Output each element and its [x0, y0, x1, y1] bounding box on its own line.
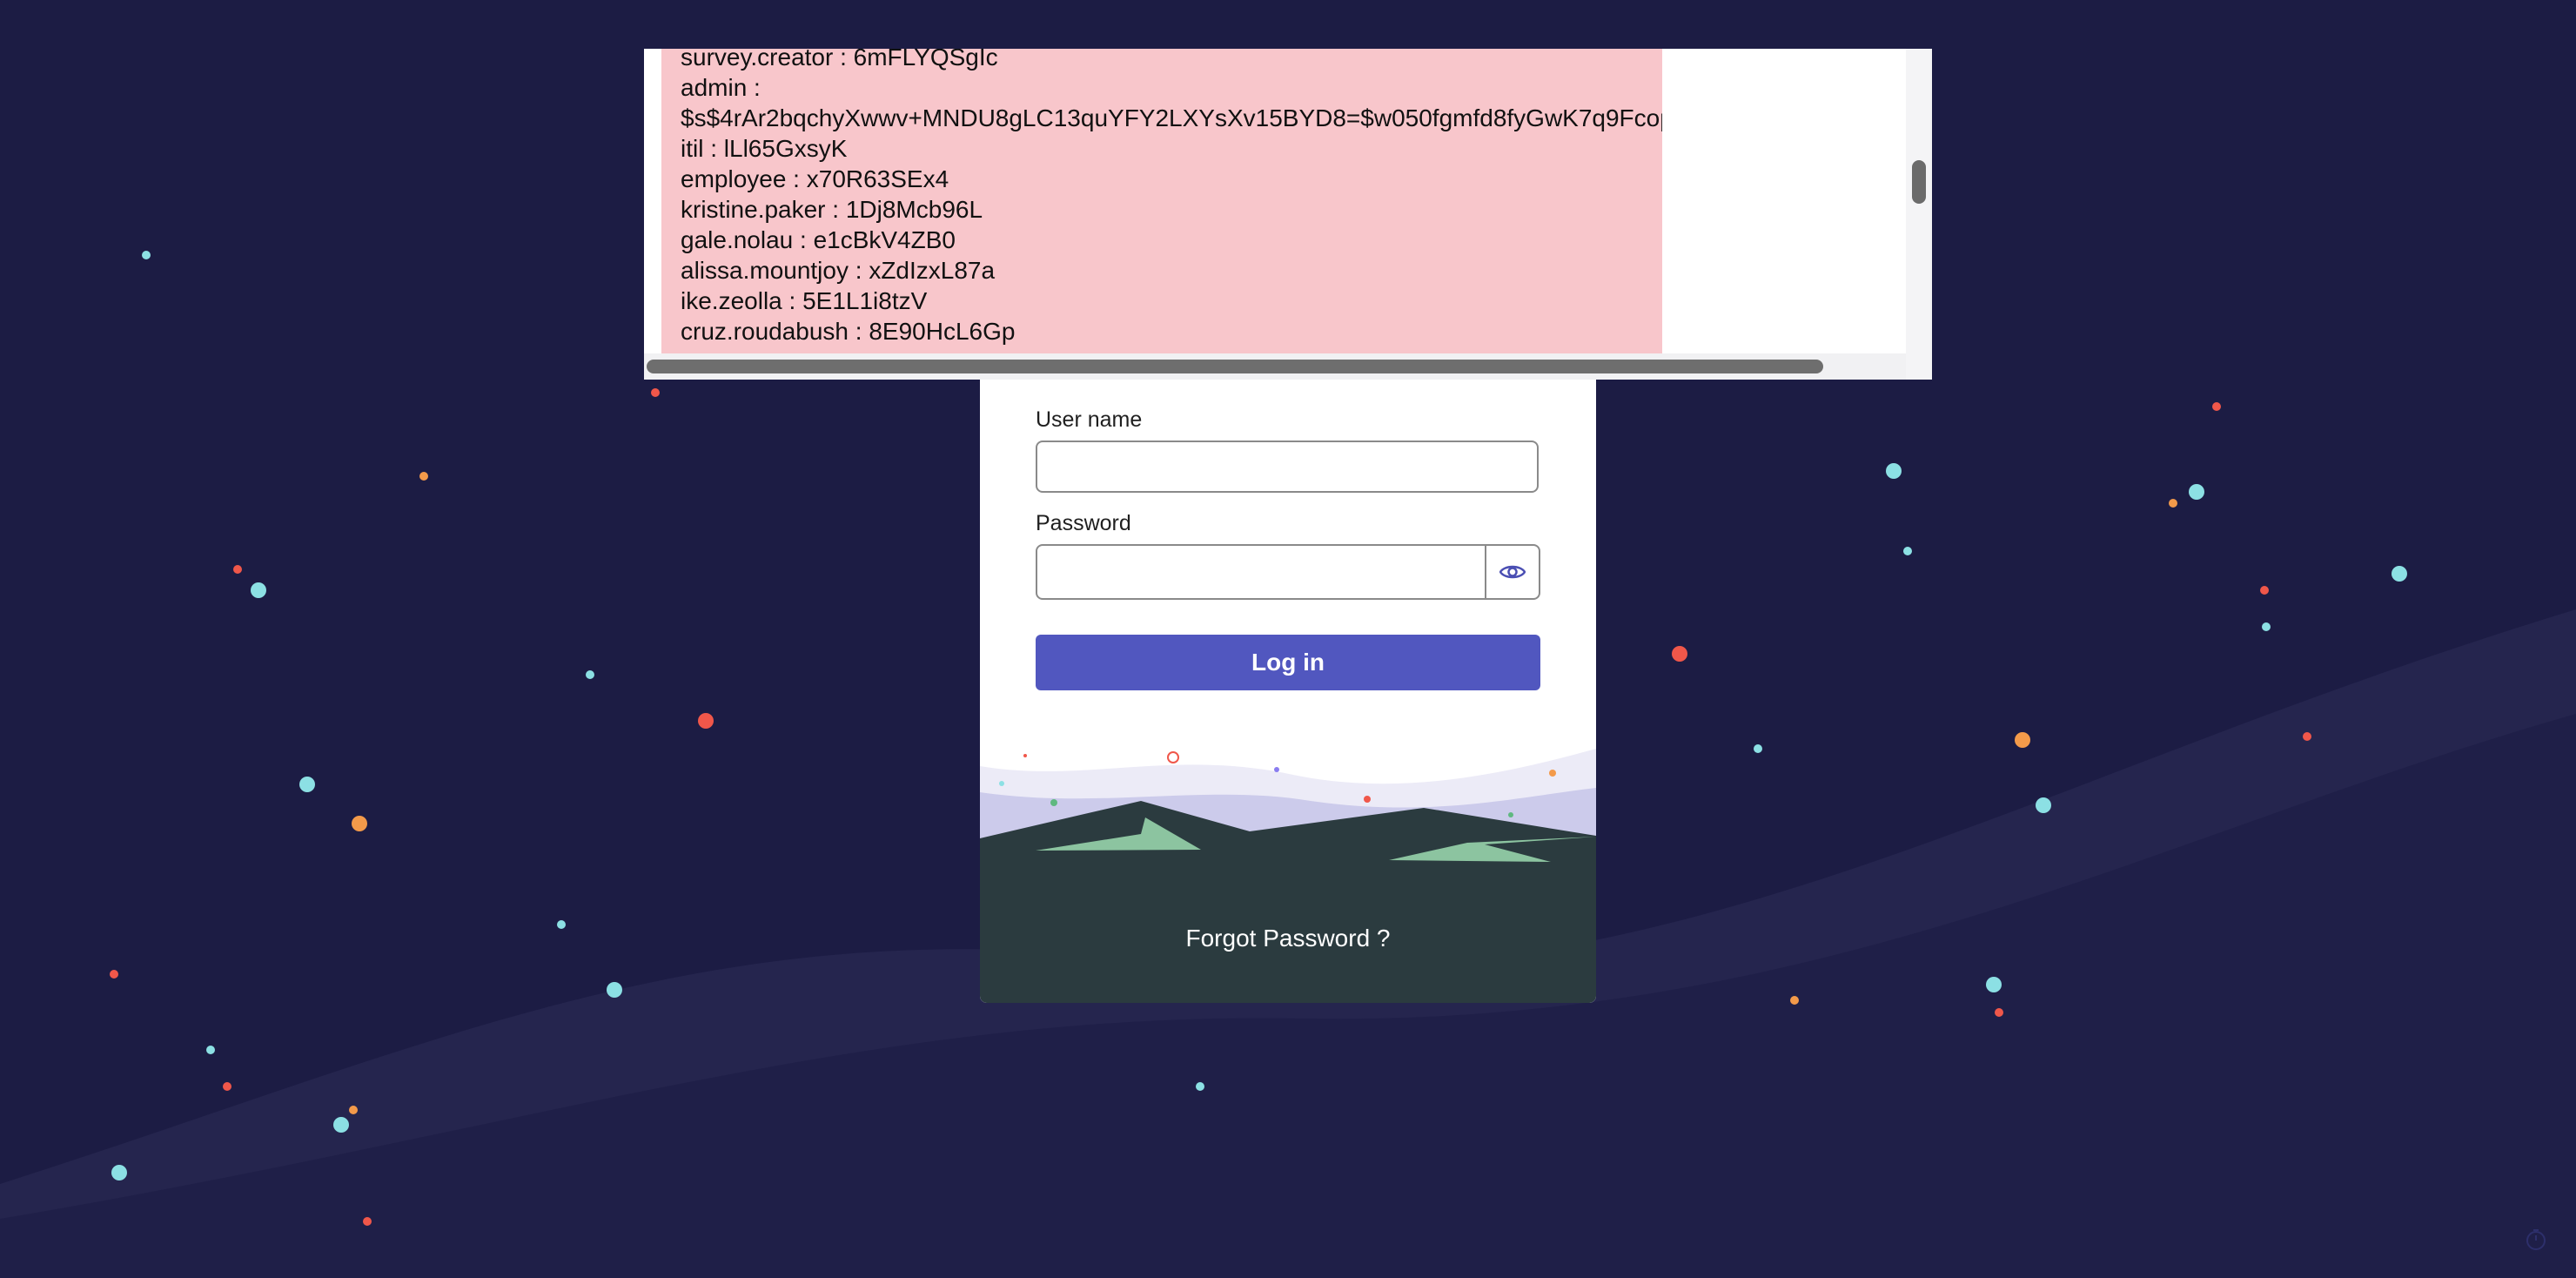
vertical-scrollbar-thumb[interactable] — [1912, 160, 1926, 204]
username-input[interactable] — [1036, 441, 1539, 493]
forgot-password-link[interactable]: Forgot Password ? — [980, 925, 1596, 952]
leak-line: gale.nolau : e1cBkV4ZB0 — [681, 226, 956, 253]
leak-line: kristine.paker : 1Dj8Mcb96L — [681, 196, 983, 223]
leak-line: cruz.roudabush : 8E90HcL6Gp — [681, 318, 1016, 345]
leak-line: employee : x70R63SEx4 — [681, 165, 949, 192]
username-label: User name — [1036, 407, 1143, 432]
password-label: Password — [1036, 511, 1131, 535]
password-input[interactable] — [1036, 544, 1486, 600]
leak-line: survey.creator : 6mFLYQSgIc — [681, 49, 998, 71]
vertical-scrollbar[interactable] — [1906, 49, 1932, 380]
leaked-credentials-panel: survey.creator : 6mFLYQSgIc admin : $s$4… — [644, 49, 1932, 380]
horizontal-scrollbar-thumb[interactable] — [647, 360, 1823, 373]
login-button[interactable]: Log in — [1036, 635, 1540, 690]
leak-line: ike.zeolla : 5E1L1i8tzV — [681, 287, 928, 314]
leaked-credentials-content: survey.creator : 6mFLYQSgIc admin : $s$4… — [661, 49, 1662, 353]
leak-line: alissa.mountjoy : xZdIzxL87a — [681, 257, 996, 284]
leak-line: $s$4rAr2bqchyXwwv+MNDU8gLC13quYFY2LXYsXv… — [681, 104, 1662, 131]
login-card: User name Password Log in Forgot Passwor… — [980, 366, 1596, 1003]
landscape-illustration — [980, 749, 1596, 1003]
leaked-credentials-text: survey.creator : 6mFLYQSgIc admin : $s$4… — [681, 49, 1662, 346]
password-field-group — [1036, 544, 1540, 600]
timer-icon[interactable] — [2524, 1228, 2548, 1252]
leak-line: itil : lLl65GxsyK — [681, 135, 848, 162]
show-password-button[interactable] — [1485, 544, 1540, 600]
leak-line: admin : — [681, 74, 761, 101]
eye-icon — [1499, 565, 1526, 579]
